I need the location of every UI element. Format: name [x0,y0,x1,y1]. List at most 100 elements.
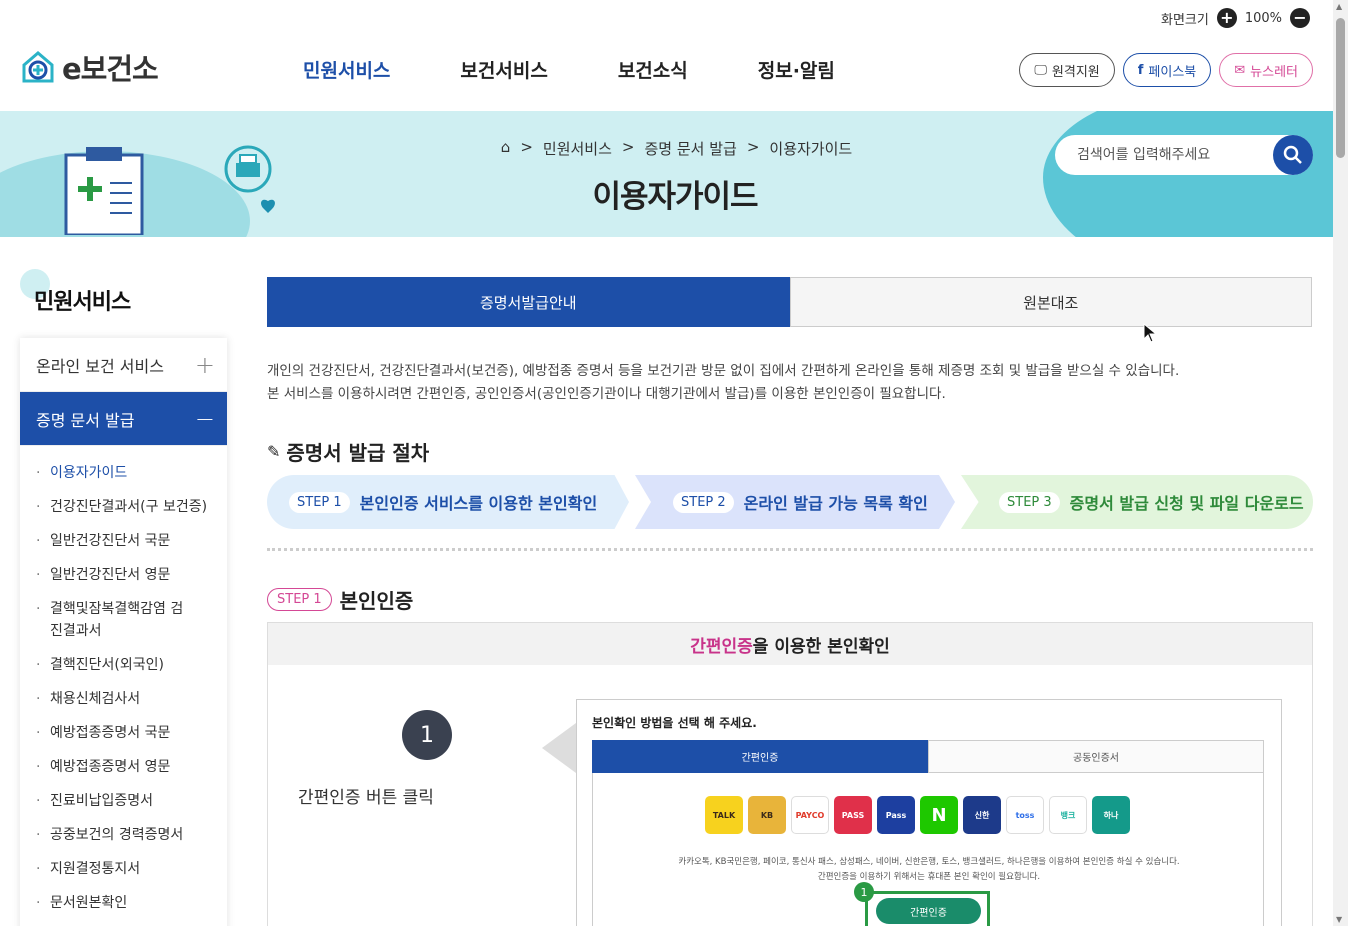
facebook-label: 페이스북 [1148,64,1197,80]
gnb-item-civil[interactable]: 민원서비스 [303,56,390,83]
gnb-item-health[interactable]: 보건서비스 [460,56,547,83]
breadcrumb-item[interactable]: 이용자가이드 [769,138,852,159]
minus-icon: − [194,404,215,433]
sidebar-subitem[interactable]: 일반건강진단서 영문 [36,564,227,586]
sidebar-item-label: 증명 문서 발급 [36,410,135,430]
mock-note-line: 카카오톡, KB국민은행, 페이코, 통신사 패스, 삼성패스, 네이버, 신한… [678,857,1180,867]
remote-support-button[interactable]: 🖵 원격지원 [1019,53,1115,87]
step-number: 1 [402,710,452,760]
external-links: 🖵 원격지원 f 페이스북 ✉ 뉴스레터 [1019,53,1313,87]
mouse-cursor-icon [1143,323,1158,343]
sidebar-item-online-service[interactable]: 온라인 보건 서비스 + [20,338,227,392]
step-badge: STEP 1 [289,491,350,513]
sidebar-subitem[interactable]: 예방접종증명서 국문 [36,722,227,744]
kb-bank-icon: KB [748,796,786,834]
guide-box: 간편인증 을 이용한 본인확인 1 간편인증 버튼 클릭 본인확인 방법을 선택… [267,622,1313,926]
scroll-down-icon[interactable]: ▼ [1336,915,1342,924]
sidebar-subitem[interactable]: 진료비납입증명서 [36,790,227,812]
page-title: 이용자가이드 [592,179,758,215]
sidebar-item-label: 온라인 보건 서비스 [36,356,164,376]
step-badge: STEP 1 [267,588,332,611]
callout-arrow [542,723,576,773]
sidebar-subitem[interactable]: 지원결정통지서 [36,858,227,880]
step-label: 본인인증 서비스를 이용한 본인확인 [359,494,598,513]
guide-header-highlight: 간편인증 [690,636,753,657]
mock-step-badge: 1 [854,882,874,902]
global-nav: 민원서비스 보건서비스 보건소식 정보·알림 [303,56,835,83]
mock-note-line: 간편인증을 이용하기 위해서는 휴대폰 본인 확인이 필요합니다. [817,872,1041,882]
sidebar-subitem[interactable]: 이용자가이드 [36,462,227,484]
guide-header: 간편인증 을 이용한 본인확인 [268,623,1312,665]
site-logo[interactable]: e보건소 [20,46,159,88]
logo-house-icon [22,51,54,83]
step-3: STEP 3 증명서 발급 신청 및 파일 다운로드 [961,475,1313,529]
pencil-icon: ✎ [267,442,281,461]
zoom-in-icon[interactable]: + [1216,8,1237,28]
sidebar-subitem[interactable]: 일반건강진단서 국문 [36,530,227,552]
sidebar-subitem[interactable]: 건강진단결과서(구 보건증) [36,496,227,518]
samsung-pass-icon: Pass [877,796,915,834]
sidebar-item-certificate[interactable]: 증명 문서 발급 − [20,392,227,446]
step-badge: STEP 3 [999,491,1060,513]
sidebar-subitem[interactable]: 결핵진단서(외국인) [36,654,227,676]
page-scrollbar[interactable]: ▲ ▼ [1333,0,1348,926]
sidebar-subitem[interactable]: 채용신체검사서 [36,688,227,710]
scroll-up-icon[interactable]: ▲ [1336,2,1342,11]
shinhan-bank-icon: 신한 [963,796,1001,834]
section-title: ✎ 증명서 발급 절차 [267,437,429,466]
sidebar-sublist: 이용자가이드 건강진단결과서(구 보건증) 일반건강진단서 국문 일반건강진단서… [20,446,227,914]
zoom-out-icon[interactable]: − [1290,8,1310,28]
sidebar-subitem[interactable]: 공중보건의 경력증명서 [36,824,227,846]
mock-button-highlight: 1 간편인증 [854,882,990,926]
sidebar-title: 민원서비스 [34,290,131,315]
step-badge: STEP 2 [673,491,734,513]
search-input[interactable] [1077,147,1257,163]
payco-icon: PAYCO [791,796,829,834]
screenshot-mock: 본인확인 방법을 선택 해 주세요. 간편인증 공동인증서 TALK KB PA… [576,699,1282,926]
zoom-label: 화면크기 [1160,12,1209,28]
sidebar-menu: 온라인 보건 서비스 + 증명 문서 발급 − 이용자가이드 건강진단결과서(구… [20,338,227,926]
mock-panel: TALK KB PAYCO PASS Pass N 신한 toss 뱅크 하나 … [592,773,1264,926]
mail-icon: ✉ [1234,62,1246,78]
page-banner: ⌂ > 민원서비스 > 증명 문서 발급 > 이용자가이드 이용자가이드 [0,111,1333,237]
hana-bank-icon: 하나 [1092,796,1130,834]
gnb-item-news[interactable]: 보건소식 [618,56,688,83]
sidebar-subitem[interactable]: 결핵및잠복결핵감염 검진결과서 [36,598,186,642]
step-label: 온라인 발급 가능 목록 확인 [743,494,928,513]
naver-icon: N [920,796,958,834]
tab-original-check[interactable]: 원본대조 [789,277,1312,327]
step-section-title: 본인인증 [339,589,414,613]
gnb-item-info[interactable]: 정보·알림 [758,56,835,83]
breadcrumb-item[interactable]: 증명 문서 발급 [644,138,736,159]
divider [267,548,1313,551]
breadcrumb-item[interactable]: 민원서비스 [543,138,612,159]
mock-simple-auth-button: 간편인증 [876,898,981,924]
guide-description: 간편인증 버튼 클릭 [298,788,434,808]
home-icon[interactable]: ⌂ [501,138,511,159]
search-button[interactable] [1273,135,1313,175]
remote-support-label: 원격지원 [1051,64,1100,80]
scroll-thumb[interactable] [1336,18,1345,158]
zoom-value: 100% [1244,10,1282,26]
mock-note: 카카오톡, KB국민은행, 페이코, 통신사 패스, 삼성패스, 네이버, 신한… [593,855,1265,885]
step-label: 증명서 발급 신청 및 파일 다운로드 [1069,494,1304,513]
facebook-button[interactable]: f 페이스북 [1122,53,1212,87]
banksalad-icon: 뱅크 [1049,796,1087,834]
mock-title: 본인확인 방법을 선택 해 주세요. [592,716,757,730]
content-tabs: 증명서발급안내 원본대조 [267,277,1312,327]
intro-text: 개인의 건강진단서, 건강진단결과서(보건증), 예방접종 증명서 등을 보건기… [267,360,1179,406]
sidebar-subitem[interactable]: 문서원본확인 [36,892,227,914]
process-steps: STEP 1 본인인증 서비스를 이용한 본인확인 STEP 2 온라인 발급 … [267,475,1313,529]
plus-icon: + [194,350,215,379]
toss-icon: toss [1006,796,1044,834]
newsletter-button[interactable]: ✉ 뉴스레터 [1219,53,1313,87]
step-2: STEP 2 온라인 발급 가능 목록 확인 [635,475,955,529]
newsletter-label: 뉴스레터 [1250,64,1298,80]
sidebar-subitem[interactable]: 예방접종증명서 영문 [36,756,227,778]
tab-issuance-guide[interactable]: 증명서발급안내 [267,277,790,327]
guide-header-text: 을 이용한 본인확인 [752,636,890,657]
mock-tab-certificate: 공동인증서 [928,740,1264,773]
kakaotalk-icon: TALK [705,796,743,834]
intro-line: 본 서비스를 이용하시려면 간편인증, 공인인증서(공인인증기관이나 대행기관에… [267,386,946,402]
intro-line: 개인의 건강진단서, 건강진단결과서(보건증), 예방접종 증명서 등을 보건기… [267,363,1180,379]
